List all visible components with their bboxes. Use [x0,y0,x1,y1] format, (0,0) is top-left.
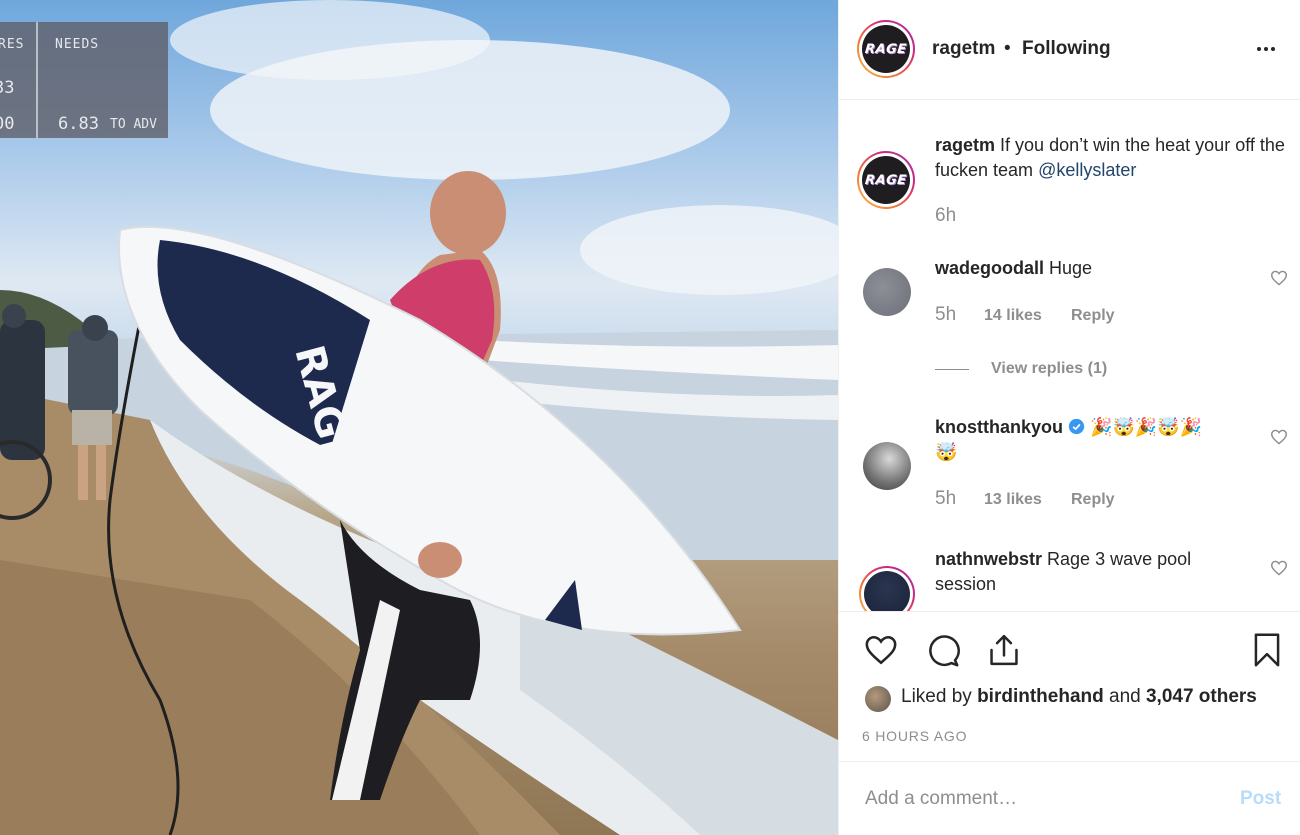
post-actions: Liked by birdinthehand and 3,047 others … [839,611,1300,761]
scoreboard-col-scores: RES 33 00 [0,22,38,138]
like-heart-icon[interactable] [864,634,898,666]
caption-avatar[interactable]: RAGE [857,151,915,209]
comment-time[interactable]: 5h [935,488,956,510]
comment-avatar[interactable] [859,566,915,611]
comment-like-heart-icon[interactable] [1270,429,1288,445]
add-comment-bar: Post [839,761,1300,835]
comment-avatar[interactable] [863,442,911,490]
comment-body: Huge [1049,258,1093,278]
comment-text: wadegoodall Huge [935,256,1255,281]
scoreboard-needs-value: 6.83 [58,114,99,134]
post-media[interactable]: RAGE RES 33 00 NEEDS 6.83 TO ADV [0,0,838,835]
header-username[interactable]: ragetm [932,38,995,60]
caption-avatar-logo: RAGE [864,172,908,188]
comment-time[interactable]: 5h [935,304,956,326]
comment-body-line1: Rage 3 wave pool [1047,549,1192,569]
scoreboard-needs-suffix: TO ADV [110,117,157,132]
comment-emoji-line2: 🤯 [935,442,958,462]
liked-by-conj: and [1109,686,1141,707]
caption-mention-link[interactable]: @kellyslater [1038,160,1136,180]
post-header: RAGE ragetm • Following [839,0,1300,100]
comment-body-line2: session [935,574,997,594]
liked-by-prefix: Liked by [901,686,972,707]
comment-username[interactable]: wadegoodall [935,258,1044,278]
comment-likes-count[interactable]: 13 likes [984,491,1042,509]
scoreboard-header-scores: RES [0,37,25,52]
comment-text: nathnwebstr Rage 3 wave pool session [935,547,1255,597]
comment-like-heart-icon[interactable] [1270,270,1288,286]
liked-by-avatar[interactable] [863,684,893,714]
comment-reply-button[interactable]: Reply [1071,491,1115,509]
comment-username[interactable]: knostthankyou [935,417,1063,437]
more-options-icon[interactable] [1257,42,1281,56]
header-avatar-logo: RAGE [864,41,908,57]
liked-by-user-link[interactable]: birdinthehand [977,686,1104,707]
heat-scoreboard: RES 33 00 NEEDS 6.83 TO ADV [0,22,168,138]
comment-text: knostthankyou 🎉🤯🎉🤯🎉 🤯 [935,415,1265,465]
header-separator: • [1004,38,1011,59]
post-comment-button[interactable]: Post [1240,788,1281,810]
post-panel: RAGE ragetm • Following RAGE ragetm If y… [838,0,1300,835]
save-bookmark-icon[interactable] [1253,632,1281,668]
view-replies-line [935,369,969,370]
caption-username[interactable]: ragetm [935,135,995,155]
following-button[interactable]: Following [1022,38,1111,60]
comment-reply-button[interactable]: Reply [1071,307,1115,325]
comment-like-heart-icon[interactable] [1270,560,1288,576]
verified-badge-icon [1068,418,1085,435]
comments-list[interactable]: RAGE ragetm If you don’t win the heat yo… [839,101,1300,611]
comment-likes-count[interactable]: 14 likes [984,307,1042,325]
comment-username[interactable]: nathnwebstr [935,549,1042,569]
scoreboard-score-1: 33 [0,78,15,98]
scoreboard-score-2: 00 [0,114,15,134]
share-icon[interactable] [987,632,1021,668]
caption-time[interactable]: 6h [935,205,956,227]
post-timestamp[interactable]: 6 HOURS AGO [862,728,967,744]
scoreboard-header-needs: NEEDS [55,37,100,52]
comment-avatar[interactable] [863,268,911,316]
header-avatar[interactable]: RAGE [857,20,915,78]
caption-text: ragetm If you don’t win the heat your of… [935,133,1285,183]
add-comment-input[interactable] [865,784,1215,814]
comment-bubble-icon[interactable] [926,634,960,668]
comment-emoji-line1: 🎉🤯🎉🤯🎉 [1090,417,1203,437]
liked-by-others-link[interactable]: 3,047 others [1146,686,1257,707]
view-replies-button[interactable]: View replies (1) [991,360,1107,378]
liked-by-text: Liked by birdinthehand and 3,047 others [901,686,1257,708]
